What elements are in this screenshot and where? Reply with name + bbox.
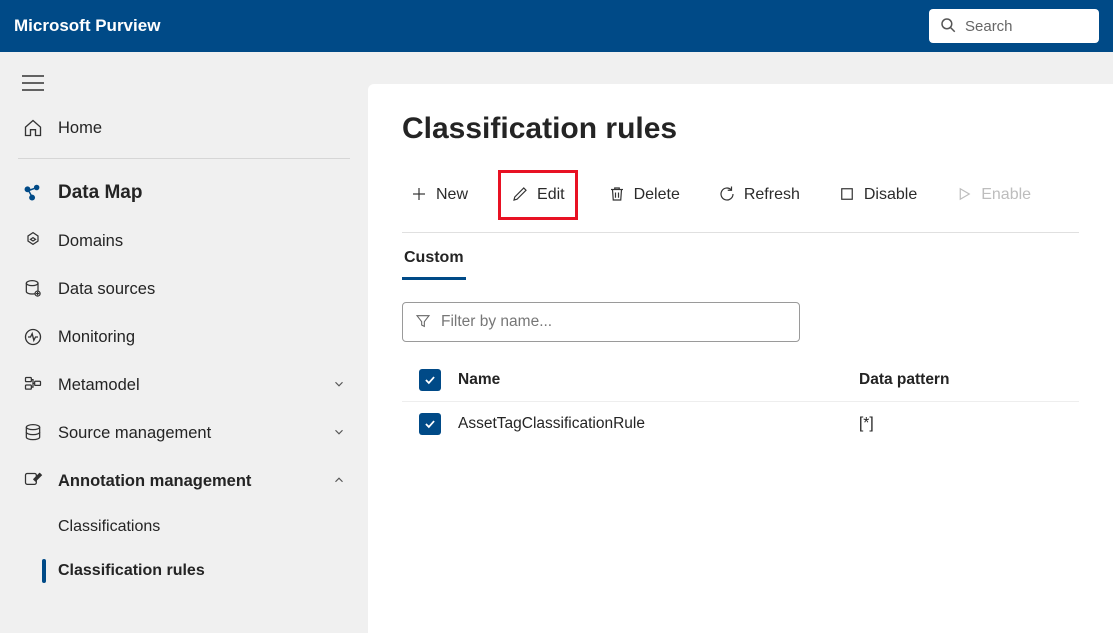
- content-card: Classification rules New Edit: [368, 84, 1113, 633]
- toolbar: New Edit: [402, 170, 1079, 233]
- sidebar-item-label: Classification rules: [58, 562, 346, 580]
- play-icon: [955, 185, 973, 206]
- sidebar-item-label: Annotation management: [58, 472, 332, 491]
- column-header-data-pattern[interactable]: Data pattern: [859, 371, 1079, 389]
- data-sources-icon: [22, 278, 44, 300]
- annotation-management-icon: [22, 470, 44, 492]
- new-button[interactable]: New: [402, 175, 476, 215]
- funnel-icon: [415, 313, 441, 332]
- sidebar-item-label: Data sources: [58, 280, 346, 299]
- trash-icon: [608, 185, 626, 206]
- sidebar-subnav-annotation: Classifications Classification rules: [0, 505, 368, 593]
- metamodel-icon: [22, 374, 44, 396]
- filter-box[interactable]: [402, 302, 800, 342]
- chevron-up-icon: [332, 473, 346, 490]
- disable-button[interactable]: Disable: [830, 175, 925, 215]
- toolbar-label: Edit: [537, 186, 565, 204]
- toolbar-label: Enable: [981, 186, 1031, 204]
- source-management-icon: [22, 422, 44, 444]
- toolbar-label: Delete: [634, 186, 680, 204]
- table-header: Name Data pattern: [402, 358, 1079, 402]
- table-row[interactable]: AssetTagClassificationRule [*]: [402, 402, 1079, 446]
- hamburger-button[interactable]: [0, 66, 368, 104]
- brand: Microsoft Purview: [14, 16, 160, 36]
- data-map-icon: [22, 182, 44, 204]
- search-input[interactable]: [965, 18, 1089, 35]
- sidebar-item-label: Source management: [58, 424, 332, 443]
- tab-custom[interactable]: Custom: [402, 243, 466, 280]
- home-icon: [22, 117, 44, 139]
- sidebar-item-label: Monitoring: [58, 328, 346, 347]
- sidebar-item-home[interactable]: Home: [0, 104, 368, 152]
- page-title: Classification rules: [402, 112, 1079, 146]
- sidebar-item-label: Domains: [58, 232, 346, 251]
- sidebar-item-label: Home: [58, 119, 346, 138]
- sidebar-item-source-management[interactable]: Source management: [0, 409, 368, 457]
- sidebar: Home Data Map: [0, 52, 368, 633]
- select-all-checkbox[interactable]: [419, 369, 441, 391]
- toolbar-label: Refresh: [744, 186, 800, 204]
- sidebar-item-label: Metamodel: [58, 376, 332, 395]
- sidebar-item-domains[interactable]: Domains: [0, 217, 368, 265]
- monitoring-icon: [22, 326, 44, 348]
- sidebar-item-annotation-management[interactable]: Annotation management: [0, 457, 368, 505]
- delete-button[interactable]: Delete: [600, 175, 688, 215]
- top-bar: Microsoft Purview: [0, 0, 1113, 52]
- refresh-icon: [718, 185, 736, 206]
- domains-icon: [22, 230, 44, 252]
- sidebar-subitem-classification-rules[interactable]: Classification rules: [42, 549, 368, 593]
- pencil-icon: [511, 185, 529, 206]
- sidebar-section-label: Data Map: [58, 182, 346, 204]
- chevron-down-icon: [332, 377, 346, 394]
- cell-data-pattern: [*]: [859, 415, 1079, 433]
- main-area: Classification rules New Edit: [368, 52, 1113, 633]
- sidebar-subitem-classifications[interactable]: Classifications: [42, 505, 368, 549]
- search-box[interactable]: [929, 9, 1099, 43]
- square-icon: [838, 185, 856, 206]
- sidebar-item-label: Classifications: [58, 518, 346, 536]
- sidebar-item-data-sources[interactable]: Data sources: [0, 265, 368, 313]
- sidebar-item-monitoring[interactable]: Monitoring: [0, 313, 368, 361]
- sidebar-divider: [18, 158, 350, 159]
- sidebar-item-metamodel[interactable]: Metamodel: [0, 361, 368, 409]
- plus-icon: [410, 185, 428, 206]
- filter-input[interactable]: [441, 313, 787, 331]
- toolbar-label: New: [436, 186, 468, 204]
- column-header-name[interactable]: Name: [458, 371, 859, 389]
- toolbar-label: Disable: [864, 186, 917, 204]
- edit-button[interactable]: Edit: [498, 170, 578, 220]
- rules-table: Name Data pattern AssetTagClassification…: [402, 358, 1079, 446]
- enable-button: Enable: [947, 175, 1039, 215]
- row-checkbox[interactable]: [419, 413, 441, 435]
- tab-label: Custom: [404, 249, 464, 266]
- search-icon: [939, 16, 965, 37]
- refresh-button[interactable]: Refresh: [710, 175, 808, 215]
- cell-name: AssetTagClassificationRule: [458, 415, 859, 433]
- chevron-down-icon: [332, 425, 346, 442]
- sidebar-section-data-map[interactable]: Data Map: [0, 169, 368, 217]
- tabs: Custom: [402, 243, 1079, 280]
